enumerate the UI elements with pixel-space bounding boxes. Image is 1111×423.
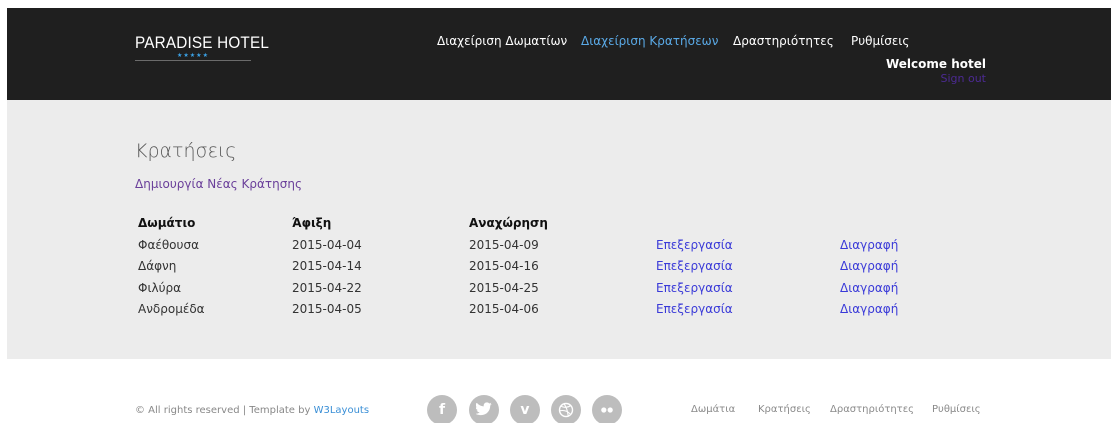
delete-link[interactable]: Διαγραφή (840, 302, 898, 316)
room-cell: Φαέθουσα (138, 237, 199, 252)
w3layouts-link[interactable]: W3Layouts (314, 405, 369, 416)
column-header-departure: Αναχώρηση (469, 216, 548, 230)
departure-cell: 2015-04-09 (469, 237, 539, 252)
room-cell: Ανδρομέδα (138, 302, 205, 316)
nav-item-activities[interactable]: Δραστηριότητες (733, 34, 834, 48)
arrival-cell: 2015-04-22 (292, 280, 362, 295)
room-cell: Δάφνη (138, 259, 177, 273)
dribbble-ball-glyph (558, 402, 574, 418)
dribbble-icon[interactable] (551, 395, 581, 423)
sign-out-link[interactable]: Sign out (940, 72, 986, 85)
nav-item-bookings-management[interactable]: Διαχείριση Κρατήσεων (581, 34, 718, 48)
departure-cell: 2015-04-25 (469, 280, 539, 295)
vimeo-icon[interactable]: v (510, 395, 540, 423)
edit-link[interactable]: Επεξεργασία (656, 281, 733, 295)
arrival-cell: 2015-04-04 (292, 237, 362, 252)
table-header-row: Δωμάτιο Άφιξη Αναχώρηση (138, 216, 1038, 238)
main-nav: Διαχείριση Δωματίων Διαχείριση Κρατήσεων… (7, 34, 1111, 54)
table-row: Φαέθουσα 2015-04-04 2015-04-09 Επεξεργασ… (138, 238, 1038, 260)
copyright-text: © All rights reserved | Template by (135, 405, 311, 416)
table-row: Φιλύρα 2015-04-22 2015-04-25 Επεξεργασία… (138, 281, 1038, 303)
bookings-table: Δωμάτιο Άφιξη Αναχώρηση Φαέθουσα 2015-04… (138, 216, 1038, 324)
departure-cell: 2015-04-06 (469, 302, 539, 316)
departure-cell: 2015-04-16 (469, 259, 539, 273)
edit-link[interactable]: Επεξεργασία (656, 238, 733, 252)
nav-item-rooms-management[interactable]: Διαχείριση Δωματίων (437, 34, 567, 48)
table-row: Δάφνη 2015-04-14 2015-04-16 Επεξεργασία … (138, 259, 1038, 281)
twitter-icon[interactable] (469, 395, 499, 423)
twitter-bird-glyph (474, 402, 492, 416)
footer-nav-rooms[interactable]: Δωμάτια (691, 404, 735, 415)
column-header-room: Δωμάτιο (138, 216, 196, 230)
arrival-cell: 2015-04-14 (292, 259, 362, 273)
welcome-message: Welcome hotel (885, 57, 986, 71)
site-header: PARADISE HOTEL ★★★★★ Διαχείριση Δωματίων… (7, 8, 1111, 100)
column-header-arrival: Άφιξη (292, 216, 332, 230)
logo-divider (135, 60, 251, 61)
footer-nav-activities[interactable]: Δραστηριότητες (830, 404, 914, 415)
edit-link[interactable]: Επεξεργασία (656, 259, 733, 273)
footer-nav-settings[interactable]: Ρυθμίσεις (932, 404, 981, 415)
footer-nav-bookings[interactable]: Κρατήσεις (758, 404, 811, 415)
edit-link[interactable]: Επεξεργασία (656, 302, 733, 316)
page-title: Κρατήσεις (135, 140, 237, 162)
main-content: Κρατήσεις Δημιουργία Νέας Κράτησης Δωμάτ… (7, 100, 1111, 359)
create-booking-link[interactable]: Δημιουργία Νέας Κράτησης (135, 177, 302, 191)
flickr-dots-glyph (601, 407, 613, 413)
delete-link[interactable]: Διαγραφή (840, 281, 898, 295)
facebook-icon[interactable]: f (427, 395, 457, 423)
delete-link[interactable]: Διαγραφή (840, 259, 898, 273)
table-row: Ανδρομέδα 2015-04-05 2015-04-06 Επεξεργα… (138, 302, 1038, 324)
arrival-cell: 2015-04-05 (292, 302, 362, 316)
footer-copyright: © All rights reserved | Template by W3La… (135, 405, 369, 416)
delete-link[interactable]: Διαγραφή (840, 238, 898, 252)
room-cell: Φιλύρα (138, 280, 182, 295)
nav-item-settings[interactable]: Ρυθμίσεις (851, 34, 909, 48)
flickr-icon[interactable] (592, 395, 622, 423)
